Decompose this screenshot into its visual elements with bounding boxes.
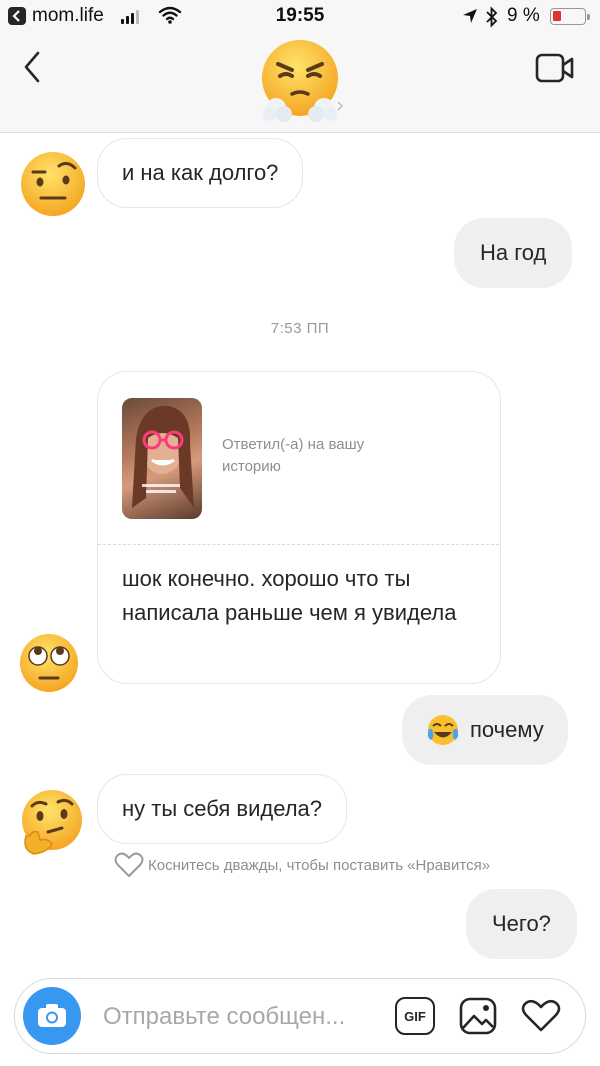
gif-button[interactable]: GIF bbox=[395, 997, 435, 1035]
story-reply-caption: Ответил(-а) на вашу историю bbox=[222, 436, 365, 475]
video-camera-icon[interactable] bbox=[535, 52, 575, 84]
camera-icon bbox=[38, 1004, 66, 1027]
battery-percent: 9 % bbox=[507, 5, 540, 26]
steam-from-nose-emoji-icon[interactable] bbox=[258, 38, 344, 122]
double-tap-like-hint: Коснитесь дважды, чтобы поставить «Нрави… bbox=[114, 852, 490, 878]
message-input[interactable] bbox=[103, 1003, 383, 1031]
gif-label: GIF bbox=[404, 1008, 426, 1024]
rolling-eyes-emoji-icon[interactable] bbox=[18, 632, 80, 694]
story-reply-text: шок конечно. хорошо что ты написала рань… bbox=[122, 566, 457, 625]
status-bar: mom.life 19:55 9 % bbox=[0, 0, 600, 34]
heart-outline-icon bbox=[114, 852, 144, 877]
thinking-emoji-icon[interactable] bbox=[18, 788, 86, 856]
tears-of-joy-emoji-icon bbox=[427, 715, 459, 745]
message-composer: GIF bbox=[14, 978, 586, 1054]
gallery-icon[interactable] bbox=[459, 997, 497, 1035]
raised-eyebrow-emoji-icon[interactable] bbox=[19, 150, 87, 218]
battery-icon bbox=[550, 8, 590, 25]
story-thumbnail[interactable] bbox=[122, 398, 202, 519]
message-bubble-outgoing[interactable]: почему bbox=[402, 695, 568, 765]
like-hint-text: Коснитесь дважды, чтобы поставить «Нрави… bbox=[148, 856, 491, 874]
message-timestamp: 7:53 ПП bbox=[270, 320, 330, 337]
chat-header bbox=[0, 34, 600, 133]
heart-icon[interactable] bbox=[521, 999, 561, 1033]
message-text: почему bbox=[470, 717, 544, 742]
location-arrow-icon bbox=[463, 9, 477, 23]
chevron-left-icon[interactable] bbox=[22, 50, 42, 84]
message-bubble-incoming[interactable]: ну ты себя видела? bbox=[97, 774, 348, 844]
camera-button[interactable] bbox=[23, 987, 81, 1045]
story-reply-bubble[interactable]: Ответил(-а) на вашу историю шок конечно.… bbox=[97, 371, 501, 684]
story-divider bbox=[98, 544, 499, 545]
message-bubble-outgoing[interactable]: Чего? bbox=[466, 889, 577, 959]
message-bubble-incoming[interactable]: и на как долго? bbox=[97, 138, 304, 208]
message-bubble-outgoing[interactable]: На год bbox=[454, 218, 573, 288]
bluetooth-icon bbox=[486, 6, 498, 28]
